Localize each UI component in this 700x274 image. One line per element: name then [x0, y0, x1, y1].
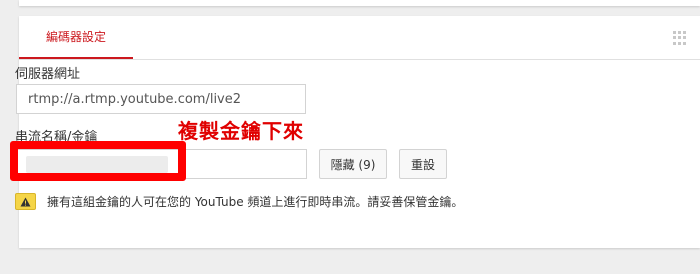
warning-icon [15, 193, 36, 210]
server-url-value: rtmp://a.rtmp.youtube.com/live2 [28, 91, 242, 107]
tab-encoder-settings[interactable]: 編碼器設定 [19, 16, 133, 59]
tab-bar: 編碼器設定 [19, 16, 700, 60]
warning-message: 擁有這組金鑰的人可在您的 YouTube 頻道上進行即時串流。請妥善保管金鑰。 [47, 195, 464, 209]
annotation-text: 複製金鑰下來 [178, 119, 304, 143]
reset-key-button[interactable]: 重設 [399, 149, 447, 179]
encoder-settings-card: 編碼器設定 [19, 16, 700, 248]
server-url-field[interactable]: rtmp://a.rtmp.youtube.com/live2 [16, 84, 306, 114]
previous-card [19, 0, 700, 6]
annotation-highlight-box [10, 141, 186, 181]
server-url-label: 伺服器網址 [15, 67, 81, 82]
drag-handle-icon[interactable] [673, 31, 687, 45]
hide-key-button[interactable]: 隱藏 (9) [319, 149, 387, 179]
